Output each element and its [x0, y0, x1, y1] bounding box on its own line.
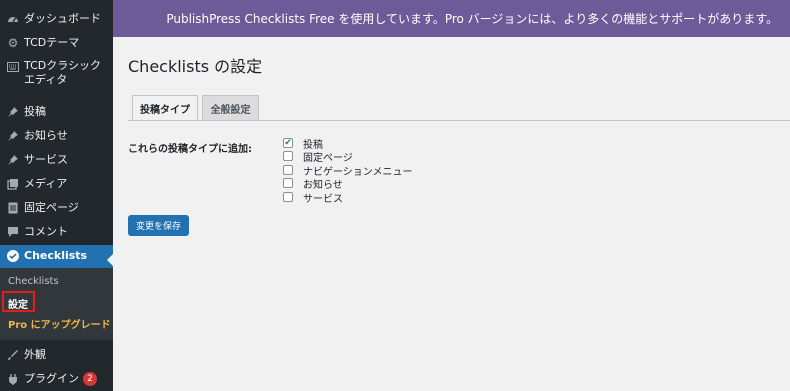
settings-highlight-box	[2, 291, 35, 312]
upgrade-banner: PublishPress Checklists Free を使用しています。Pr…	[113, 0, 790, 37]
option-nav-menu[interactable]: ナビゲーションメニュー	[283, 164, 413, 178]
sidebar-item-media[interactable]: メディア	[0, 175, 113, 193]
page-icon	[6, 201, 20, 215]
pin-icon	[6, 129, 20, 143]
active-indicator-arrow	[107, 254, 113, 266]
pin-icon	[6, 105, 20, 119]
update-count-badge: 2	[83, 372, 97, 386]
option-services[interactable]: サービス	[283, 191, 343, 205]
media-icon	[6, 177, 20, 191]
save-changes-button[interactable]: 変更を保存	[128, 215, 189, 236]
pin-icon	[6, 153, 20, 167]
option-pages[interactable]: 固定ページ	[283, 150, 353, 164]
sidebar-item-appearance[interactable]: 外観	[0, 346, 113, 364]
sidebar-item-comments[interactable]: コメント	[0, 223, 113, 241]
sidebar-item-plugins[interactable]: プラグイン 2	[0, 370, 113, 388]
upgrade-banner-text: PublishPress Checklists Free を使用しています。Pr…	[166, 12, 778, 26]
checkbox-news[interactable]	[283, 178, 293, 188]
brush-icon	[6, 348, 20, 362]
tab-general-settings-label: 全般設定	[210, 104, 251, 116]
option-news[interactable]: お知らせ	[283, 177, 343, 191]
page-title: Checklists の設定	[128, 57, 263, 76]
tab-post-types-label: 投稿タイプ	[140, 104, 190, 116]
sidebar-item-checklists[interactable]: Checklists	[0, 245, 113, 268]
plugin-icon	[6, 372, 20, 386]
sidebar-item-plugins-label: プラグイン	[24, 372, 79, 385]
option-pages-label: 固定ページ	[303, 152, 353, 164]
sidebar-item-pages[interactable]: 固定ページ	[0, 199, 113, 217]
submenu-item-upgrade[interactable]: Pro にアップグレード	[8, 316, 111, 331]
sidebar-item-posts[interactable]: 投稿	[0, 103, 113, 121]
keyboard-icon	[6, 60, 20, 74]
comment-icon	[6, 225, 20, 239]
submenu-item-checklists[interactable]: Checklists	[8, 276, 59, 287]
checkbox-posts[interactable]: ✔	[283, 138, 293, 148]
sidebar-item-services[interactable]: サービス	[0, 151, 113, 169]
dashboard-icon	[6, 12, 20, 26]
checkbox-nav-menu[interactable]	[283, 165, 293, 175]
admin-sidebar: ダッシュボード ⚙ TCDテーマ TCDクラシックエディタ 投稿 お知らせ サー…	[0, 0, 113, 391]
check-circle-icon	[6, 249, 20, 263]
checkbox-services[interactable]	[283, 192, 293, 202]
option-posts[interactable]: ✔ 投稿	[283, 137, 323, 151]
tab-post-types[interactable]: 投稿タイプ	[132, 95, 198, 121]
tab-general-settings[interactable]: 全般設定	[202, 95, 259, 121]
sidebar-item-news[interactable]: お知らせ	[0, 127, 113, 145]
option-services-label: サービス	[303, 193, 343, 205]
checkbox-pages[interactable]	[283, 151, 293, 161]
post-types-field-label: これらの投稿タイプに追加:	[128, 144, 252, 155]
tab-divider	[128, 120, 790, 121]
gear-icon: ⚙	[7, 36, 19, 50]
sidebar-item-dashboard[interactable]: ダッシュボード	[0, 10, 113, 28]
sidebar-item-tcd-theme[interactable]: ⚙ TCDテーマ	[0, 34, 113, 52]
sidebar-item-tcd-classic-editor[interactable]: TCDクラシックエディタ	[0, 57, 113, 89]
option-news-label: お知らせ	[303, 179, 343, 191]
